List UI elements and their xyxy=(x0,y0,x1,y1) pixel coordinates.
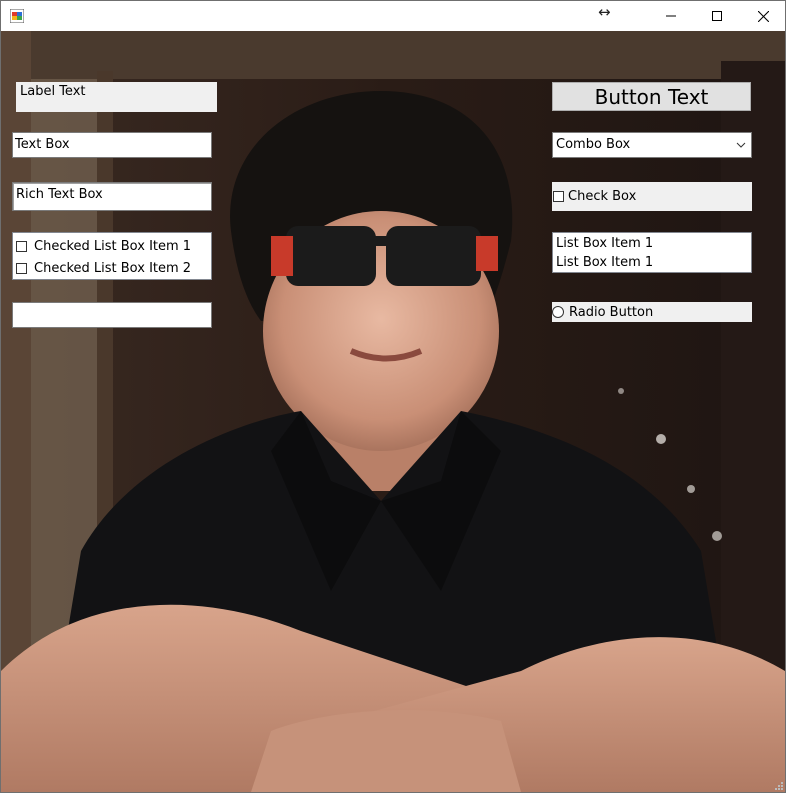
checkbox-icon[interactable] xyxy=(16,262,27,274)
check-box[interactable]: Check Box xyxy=(552,182,752,211)
chevron-down-icon[interactable] xyxy=(735,139,747,151)
list-item[interactable]: List Box Item 1 xyxy=(556,234,748,253)
minimize-icon xyxy=(666,15,676,17)
maximize-button[interactable] xyxy=(694,1,740,31)
form-client-area: Label Text Text Box Rich Text Box Checke… xyxy=(1,31,785,792)
list-box[interactable]: List Box Item 1 List Box Item 1 xyxy=(552,232,752,273)
checked-list-item-label: Checked List Box Item 2 xyxy=(34,260,192,276)
form-icon xyxy=(10,9,24,23)
check-box-label: Check Box xyxy=(568,189,637,204)
app-window: ↔ Label Text Text Box Rich Text Box Chec… xyxy=(0,0,786,793)
checkbox-icon[interactable] xyxy=(553,191,564,202)
radio-circle-icon[interactable] xyxy=(552,306,564,318)
rich-text-box[interactable]: Rich Text Box xyxy=(12,182,212,211)
empty-text-box[interactable] xyxy=(12,302,212,328)
checked-list-item-label: Checked List Box Item 1 xyxy=(34,238,192,254)
checked-list-item[interactable]: Checked List Box Item 1 xyxy=(14,235,210,257)
combo-box[interactable]: Combo Box xyxy=(552,132,752,158)
close-button[interactable] xyxy=(740,1,785,31)
resize-cursor-icon: ↔ xyxy=(598,3,611,21)
radio-button[interactable]: Radio Button xyxy=(552,302,752,322)
title-bar[interactable]: ↔ xyxy=(1,1,785,31)
maximize-icon xyxy=(712,11,722,21)
resize-grip-icon[interactable] xyxy=(773,780,783,790)
minimize-button[interactable] xyxy=(648,1,694,31)
radio-button-label: Radio Button xyxy=(569,304,654,320)
close-icon xyxy=(757,10,769,22)
checkbox-icon[interactable] xyxy=(16,240,27,252)
list-item[interactable]: List Box Item 1 xyxy=(556,253,748,272)
label-text: Label Text xyxy=(16,82,217,112)
main-button[interactable]: Button Text xyxy=(552,82,751,111)
checked-list-box[interactable]: Checked List Box Item 1 Checked List Box… xyxy=(12,232,212,280)
checked-list-item[interactable]: Checked List Box Item 2 xyxy=(14,257,210,279)
text-box[interactable]: Text Box xyxy=(12,132,212,158)
combo-box-value: Combo Box xyxy=(556,137,631,152)
